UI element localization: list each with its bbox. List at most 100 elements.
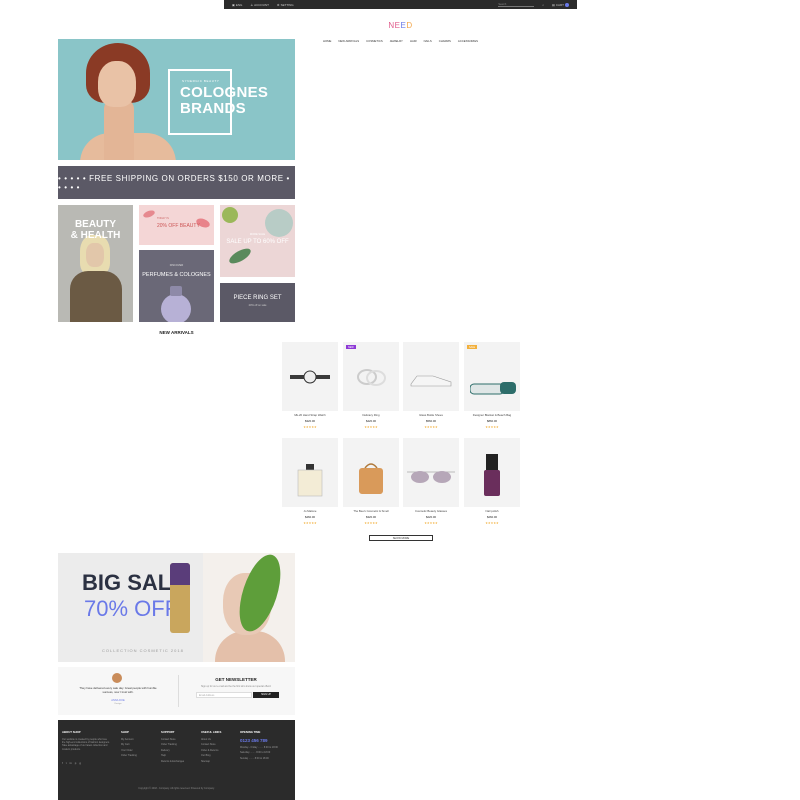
top-bar: ▣ ENG ♙ ACCOUNT ⚙ SETTING Search ⌕ ▤ CAR…: [224, 0, 577, 9]
promo-beauty-health[interactable]: BEAUTY & HEALTH: [58, 205, 133, 322]
testimonial-newsletter-section: They have delivered every sale day. Grea…: [58, 667, 295, 715]
product-name[interactable]: Nail polish: [464, 509, 520, 513]
footer-support-title: SUPPORT: [161, 730, 175, 734]
nav-item-jewelry[interactable]: JEWELRY: [390, 39, 403, 43]
newsletter-email-input[interactable]: Email Address: [196, 692, 252, 698]
top-bar-left: ▣ ENG ♙ ACCOUNT ⚙ SETTING: [232, 3, 294, 7]
footer-opening-time: OPENING TIME 0123 456 789 Monday - Frida…: [240, 730, 278, 762]
product-name[interactable]: Jo Malone: [282, 509, 338, 513]
language-label: ENG: [235, 2, 243, 7]
footer-link[interactable]: Order Tracking: [161, 743, 184, 746]
hero-title-line-2: BRANDS: [180, 100, 246, 117]
settings-menu[interactable]: ⚙ SETTING: [277, 3, 294, 7]
promo-piece-ring[interactable]: PIECE RING SET 20% off on sale: [220, 283, 295, 322]
footer-link[interactable]: Order & Returns: [201, 749, 221, 752]
product-image[interactable]: [282, 342, 338, 411]
footer-support: SUPPORT Contact Store Order Tracking Del…: [161, 730, 184, 765]
footer-link[interactable]: Contact Store: [201, 743, 221, 746]
footer-link[interactable]: Delivery: [161, 749, 184, 752]
promo-sale-60[interactable]: MORE SALE SALE UP TO 60% OFF: [220, 205, 295, 277]
product-card[interactable]: Cosmetic Beauty Glasses $220.00 ★★★★★: [403, 438, 459, 525]
twitter-icon[interactable]: t: [66, 761, 67, 765]
language-selector[interactable]: ▣ ENG: [232, 3, 242, 7]
footer-link[interactable]: My Cart: [121, 743, 137, 746]
big-sale-model-panel: [203, 553, 295, 662]
product-card[interactable]: NEW Delicacy Ring $420.00 ★★★★★: [343, 342, 399, 429]
footer-shop-title: SHOP: [121, 730, 129, 734]
nav-item-charms[interactable]: CHARMS: [439, 39, 451, 43]
product-image[interactable]: SALE: [464, 342, 520, 411]
pinterest-icon[interactable]: p: [75, 761, 77, 765]
search-input[interactable]: Search: [498, 3, 535, 7]
product-card[interactable]: Nail polish $260.00 ★★★★★: [464, 438, 520, 525]
product-image[interactable]: [282, 438, 338, 507]
promo-20-off[interactable]: TODAY IS 20% OFF BEAUTY: [139, 205, 214, 245]
cart-button[interactable]: ▤ CART: [552, 2, 569, 7]
footer-about: ABOUT SHOP Our website is created by peo…: [62, 730, 110, 751]
product-image[interactable]: [464, 438, 520, 507]
product-rating: ★★★★★: [485, 521, 499, 526]
footer-link[interactable]: Help: [161, 754, 184, 757]
product-card[interactable]: SALE Designer Blanket & Beach Bag $860.0…: [464, 342, 520, 429]
footer-social: f t in p g: [62, 761, 81, 765]
product-image[interactable]: [403, 342, 459, 411]
linkedin-icon[interactable]: in: [70, 761, 72, 765]
testimonial-author[interactable]: ANNA DOE: [78, 699, 158, 702]
nav-item-cosmetics[interactable]: COSMETICS: [366, 39, 383, 43]
product-name[interactable]: The Bee's Cosmetic & Smell: [343, 509, 399, 513]
google-icon[interactable]: g: [79, 761, 81, 765]
product-image[interactable]: NEW: [343, 342, 399, 411]
footer-link[interactable]: Contact Store: [161, 738, 184, 741]
free-shipping-banner: • • • • • FREE SHIPPING ON ORDERS $150 O…: [58, 166, 295, 199]
product-rating: ★★★★★: [364, 425, 378, 430]
footer-phone[interactable]: 0123 456 789: [240, 738, 278, 743]
product-name[interactable]: Glass Bottle Shoes: [403, 413, 459, 417]
nav-item-hair[interactable]: HAIR: [410, 39, 417, 43]
sunglasses-icon: [407, 471, 455, 483]
account-menu[interactable]: ♙ ACCOUNT: [250, 3, 269, 7]
big-sale-banner[interactable]: BIG SALE 70% OFF COLLECTION COSMETIC 201…: [58, 553, 295, 662]
footer-link[interactable]: Our Blog: [201, 754, 221, 757]
product-name[interactable]: Delicacy Ring: [343, 413, 399, 417]
header: NEED HOME NEW ARRIVALS COSMETICS JEWELRY…: [224, 9, 577, 43]
promo-perfumes-title: PERFUMES & COLOGNES: [142, 272, 211, 278]
product-card[interactable]: Mk-20 Hand Strap Watch $320.00 ★★★★★: [282, 342, 338, 429]
product-name[interactable]: Mk-20 Hand Strap Watch: [282, 413, 338, 417]
product-card[interactable]: The Bee's Cosmetic & Smell $320.00 ★★★★★: [343, 438, 399, 525]
product-name[interactable]: Cosmetic Beauty Glasses: [403, 509, 459, 513]
footer-link[interactable]: About Us: [201, 738, 221, 741]
perfume-icon: [297, 464, 323, 497]
hero-banner[interactable]: SYNERGIC BEAUTY COLOGNES BRANDS: [58, 39, 295, 160]
show-more-button[interactable]: SHOW MORE: [369, 535, 433, 541]
promo-model-face: [86, 243, 104, 267]
site-logo[interactable]: NEED: [224, 21, 577, 30]
footer-link[interactable]: My Account: [121, 738, 137, 741]
product-image[interactable]: [343, 438, 399, 507]
big-sale-discount: 70% OFF: [84, 596, 179, 621]
product-rating: ★★★★★: [424, 425, 438, 430]
gear-icon: ⚙: [276, 2, 280, 7]
user-icon: ♙: [250, 2, 254, 7]
nav-item-new-arrivals[interactable]: NEW ARRIVALS: [338, 39, 359, 43]
product-card[interactable]: Jo Malone $460.00 ★★★★★: [282, 438, 338, 525]
product-rating: ★★★★★: [485, 425, 499, 430]
nav-item-nails[interactable]: NAILS: [424, 39, 432, 43]
nav-item-home[interactable]: HOME: [323, 39, 331, 43]
search-icon[interactable]: ⌕: [542, 3, 544, 7]
facebook-icon[interactable]: f: [62, 761, 63, 765]
product-rating: ★★★★★: [424, 521, 438, 526]
product-name[interactable]: Designer Blanket & Beach Bag: [464, 413, 520, 417]
product-card[interactable]: Glass Bottle Shoes $560.00 ★★★★★: [403, 342, 459, 429]
footer-link[interactable]: Returns & Exchanges: [161, 760, 184, 763]
footer-link[interactable]: Sitemap: [201, 760, 221, 763]
product-price: $320.00: [304, 419, 316, 424]
brush-icon: [142, 209, 156, 219]
newsletter-signup-button[interactable]: SIGN UP: [253, 692, 279, 698]
promo-perfumes[interactable]: DISCOVER PERFUMES & COLOGNES: [139, 250, 214, 322]
product-image[interactable]: [403, 438, 459, 507]
footer-link[interactable]: Your Order: [121, 749, 137, 752]
promo-20-off-title: 20% OFF BEAUTY: [157, 223, 200, 229]
nav-item-accessories[interactable]: ACCESSORIES: [458, 39, 478, 43]
footer-link[interactable]: Order Tracking: [121, 754, 137, 757]
product-price: $420.00: [365, 419, 377, 424]
